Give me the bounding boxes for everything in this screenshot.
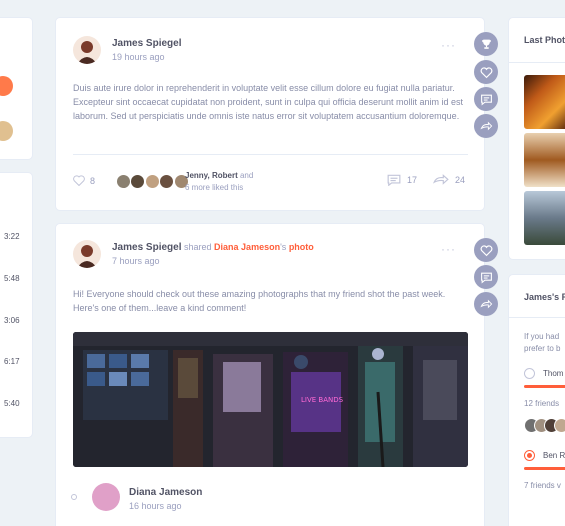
more-icon[interactable]: ··· bbox=[441, 242, 456, 256]
post-card: James Spiegel shared Diana Jameson's pho… bbox=[55, 223, 485, 526]
trophy-icon bbox=[481, 39, 491, 49]
liked-by-names[interactable]: Jenny, Robert bbox=[185, 171, 238, 180]
liked-by-avatars bbox=[116, 173, 189, 191]
likes-count: 8 bbox=[90, 175, 96, 186]
widget-title: Last Phot bbox=[524, 35, 565, 45]
timeline-dot bbox=[71, 494, 77, 500]
list-time: 5:48 bbox=[4, 274, 20, 283]
poll-option-2[interactable]: Ben R bbox=[524, 450, 565, 461]
avatar[interactable] bbox=[159, 174, 175, 190]
avatar[interactable] bbox=[116, 174, 131, 190]
heart-icon bbox=[73, 175, 85, 186]
shared-author-avatar[interactable] bbox=[92, 483, 120, 511]
share-icon bbox=[479, 299, 492, 308]
more-icon[interactable]: ··· bbox=[441, 38, 456, 52]
left-widget-list: 3:22 5:48 3:06 6:17 5:40 bbox=[0, 172, 33, 438]
share-button[interactable]: 24 bbox=[433, 174, 465, 186]
list-time: 3:22 bbox=[4, 232, 20, 241]
comments-button[interactable]: 17 bbox=[387, 174, 417, 186]
photo-illustration: LIVE BANDS bbox=[73, 332, 468, 467]
option-label: Ben R bbox=[543, 451, 565, 460]
comment-control[interactable] bbox=[474, 265, 498, 289]
option-count: 7 friends v bbox=[524, 481, 561, 490]
list-time: 6:17 bbox=[4, 357, 20, 366]
post-text: Duis aute irure dolor in reprehenderit i… bbox=[73, 83, 464, 121]
photo-thumbnail[interactable] bbox=[524, 191, 565, 245]
share-icon bbox=[479, 121, 492, 130]
voter-avatars bbox=[524, 418, 565, 433]
shares-count: 24 bbox=[455, 175, 466, 185]
photo-thumbnail[interactable] bbox=[524, 133, 565, 187]
heart-icon bbox=[480, 244, 492, 256]
shared-photo[interactable]: LIVE BANDS bbox=[73, 332, 468, 467]
poll-bar bbox=[524, 385, 565, 388]
avatar[interactable] bbox=[144, 174, 160, 190]
comment-icon bbox=[387, 174, 401, 186]
poll-option-1[interactable]: Thom bbox=[524, 368, 563, 379]
post-card: James Spiegel 19 hours ago ··· Duis aute… bbox=[55, 17, 485, 211]
divider bbox=[509, 317, 565, 318]
divider bbox=[509, 62, 565, 63]
widget-title: James's F bbox=[524, 292, 565, 302]
possessive: 's bbox=[280, 242, 287, 252]
divider bbox=[73, 154, 468, 155]
poll-widget: James's F If you had prefer to b Thom 12… bbox=[508, 274, 565, 526]
share-control[interactable] bbox=[474, 114, 498, 138]
author-avatar[interactable] bbox=[73, 240, 101, 268]
avatar[interactable] bbox=[554, 418, 565, 433]
post-header: James Spiegel shared Diana Jameson's pho… bbox=[112, 242, 314, 253]
friend-avatar[interactable] bbox=[0, 121, 13, 141]
last-photos-widget: Last Phot bbox=[508, 17, 565, 260]
liked-by-more: 6 more liked this bbox=[185, 183, 244, 192]
post-time: 19 hours ago bbox=[112, 52, 165, 62]
shared-author-name[interactable]: Diana Jameson bbox=[129, 487, 202, 498]
shared-time: 16 hours ago bbox=[129, 501, 182, 511]
photo-thumbnail[interactable] bbox=[524, 75, 565, 129]
trophy-control[interactable] bbox=[474, 32, 498, 56]
comment-control[interactable] bbox=[474, 87, 498, 111]
heart-icon bbox=[480, 66, 492, 78]
share-control[interactable] bbox=[474, 292, 498, 316]
shared-target-name[interactable]: Diana Jameson bbox=[214, 242, 280, 252]
friend-avatar[interactable] bbox=[0, 76, 13, 96]
list-time: 5:40 bbox=[4, 399, 20, 408]
comment-icon bbox=[480, 272, 492, 284]
radio-button-selected[interactable] bbox=[524, 450, 535, 461]
share-icon bbox=[433, 174, 449, 185]
photo-sign: LIVE BANDS bbox=[301, 396, 344, 404]
like-control[interactable] bbox=[474, 238, 498, 262]
option-count: 12 friends bbox=[524, 399, 560, 408]
comments-count: 17 bbox=[407, 175, 418, 185]
poll-question: If you had prefer to b bbox=[524, 332, 561, 353]
author-name[interactable]: James Spiegel bbox=[112, 38, 181, 49]
option-label: Thom bbox=[543, 369, 564, 378]
post-time: 7 hours ago bbox=[112, 256, 160, 266]
liked-by-text: Jenny, Robert and 6 more liked this bbox=[185, 170, 253, 194]
avatar[interactable] bbox=[130, 174, 146, 190]
comment-icon bbox=[480, 94, 492, 106]
liked-by-and: and bbox=[239, 171, 254, 180]
photo-link[interactable]: photo bbox=[289, 242, 314, 252]
poll-bar bbox=[524, 467, 565, 470]
left-widget-top bbox=[0, 17, 33, 160]
radio-button[interactable] bbox=[524, 368, 535, 379]
like-control[interactable] bbox=[474, 60, 498, 84]
shared-word: shared bbox=[184, 242, 212, 252]
post-text: Hi! Everyone should check out these amaz… bbox=[73, 289, 446, 313]
like-button[interactable]: 8 bbox=[73, 175, 95, 186]
author-name[interactable]: James Spiegel bbox=[112, 242, 181, 253]
author-avatar[interactable] bbox=[73, 36, 101, 64]
list-time: 3:06 bbox=[4, 316, 20, 325]
